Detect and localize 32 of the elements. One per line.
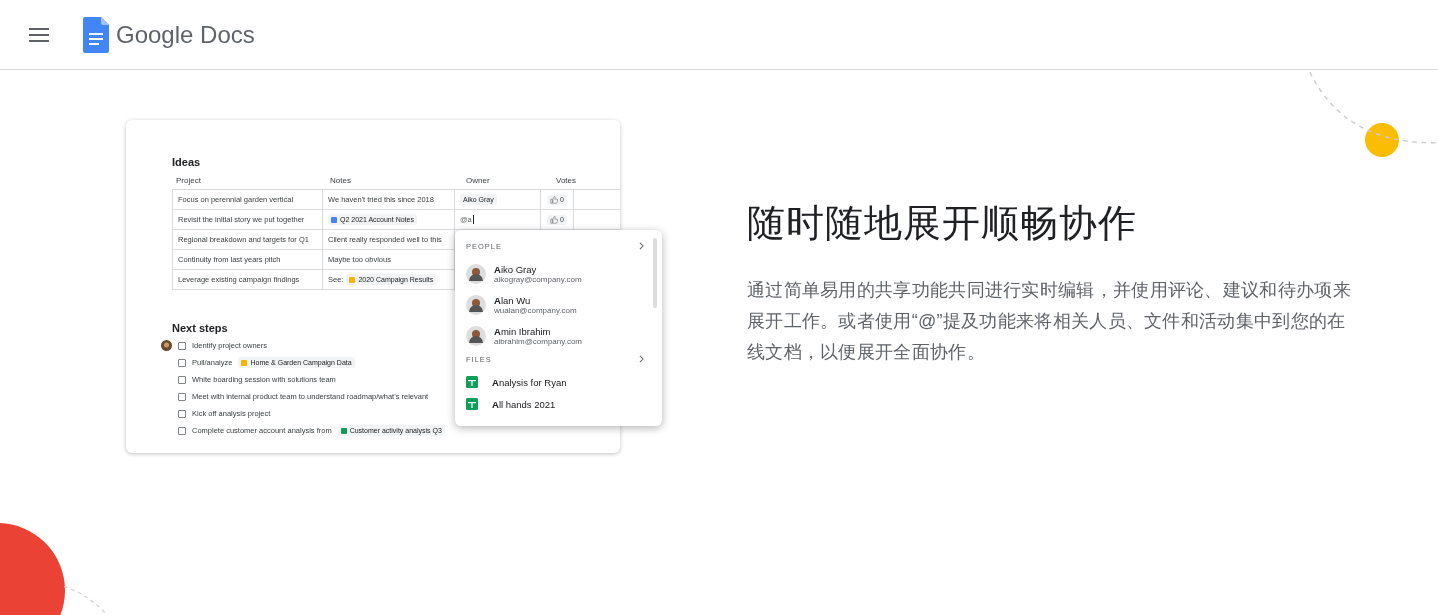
avatar-icon	[161, 340, 172, 351]
menu-icon[interactable]	[29, 27, 49, 42]
checkbox[interactable]	[178, 375, 186, 384]
scrollbar[interactable]	[653, 238, 657, 308]
avatar-icon	[466, 263, 486, 284]
checkbox[interactable]	[178, 392, 186, 401]
decorative-dot	[1365, 123, 1399, 157]
feature-description: 通过简单易用的共享功能共同进行实时编辑，并使用评论、建议和待办项来展开工作。或者使用“@”提及功能来将相关人员、文件和活动集中到您的在线文档，以便展开全面协作。	[747, 279, 1352, 364]
section-title: Ideas	[172, 156, 201, 168]
spreadsheet-icon	[466, 398, 478, 410]
person-option[interactable]: Amin Ibrahim aibrahim@company.com	[466, 320, 662, 351]
checkbox[interactable]	[178, 358, 186, 367]
person-option[interactable]: Aiko Gray aikogray@company.com	[466, 258, 662, 289]
file-option[interactable]: All hands 2021	[466, 393, 662, 415]
chevron-right-icon[interactable]	[639, 355, 644, 363]
spreadsheet-icon	[466, 376, 478, 388]
chevron-right-icon[interactable]	[639, 242, 644, 250]
column-header: Votes	[555, 176, 577, 187]
checkbox[interactable]	[178, 341, 186, 350]
column-header: Notes	[329, 176, 352, 187]
product-name[interactable]: Google Docs	[116, 20, 255, 49]
avatar-icon	[466, 294, 486, 315]
docs-logo-icon	[83, 16, 109, 53]
file-option[interactable]: Analysis for Ryan	[466, 371, 662, 393]
person-option[interactable]: Alan Wu wualan@company.com	[466, 289, 662, 320]
column-header: Project	[175, 176, 202, 187]
checkbox[interactable]	[178, 426, 186, 435]
feature-heading: 随时随地展开顺畅协作	[747, 201, 1138, 246]
checkbox[interactable]	[178, 409, 186, 418]
column-header: Owner	[465, 176, 491, 187]
avatar-icon	[466, 325, 486, 346]
section-title: Next steps	[172, 322, 228, 334]
